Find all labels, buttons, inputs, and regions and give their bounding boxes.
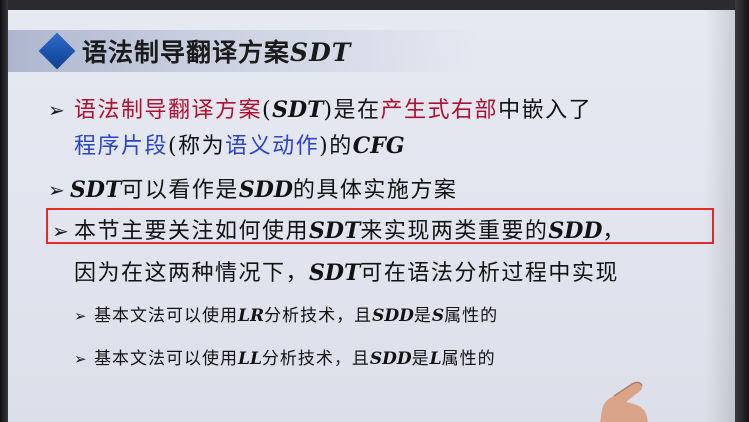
text-run: 因为在这两种情况下，	[74, 261, 310, 286]
arrow-right-icon: ➢	[74, 307, 88, 325]
text-run: (称为	[168, 134, 226, 159]
arrow-right-icon: ➢	[48, 178, 67, 202]
text-run: )是在	[323, 98, 381, 123]
text-run: LR	[238, 306, 265, 326]
text-run: 可以看作是	[121, 178, 239, 203]
text-run: 语义动作	[225, 134, 320, 159]
text-run: 分析技术，且	[261, 349, 370, 369]
text-run: SDT	[309, 260, 361, 286]
text-run: 是	[413, 306, 432, 326]
text-run: ，	[602, 219, 626, 244]
text-run: S	[431, 306, 445, 326]
text-run: 中嵌入了	[498, 98, 593, 123]
text-run: L	[429, 349, 442, 369]
monitor-bezel-top	[0, 0, 749, 10]
text-run: SDD	[372, 306, 414, 326]
bullet-line-1: ➢ 语法制导翻译方案(SDT)是在产生式右部中嵌入了	[48, 92, 592, 124]
text-run: LL	[238, 349, 262, 369]
bullet-line-1-cont: 程序片段(称为语义动作)的CFG	[74, 128, 405, 160]
text-run: 是	[411, 349, 430, 369]
slide-title-latin: SDT	[290, 38, 352, 67]
text-run: SDD	[238, 177, 293, 203]
text-run: 产生式右部	[380, 98, 499, 123]
text-run: 语法制导翻译方案	[74, 98, 263, 123]
text-run: 来实现两类重要的	[360, 219, 549, 244]
subbullet-line-2: ➢ 基本文法可以使用LL分析技术，且SDD是L属性的	[74, 344, 496, 369]
bullet-line-2: ➢ SDT可以看作是SDD的具体实施方案	[48, 172, 457, 204]
text-run: 程序片段	[74, 134, 169, 159]
text-run: 可在语法分析过程中实现	[360, 261, 619, 286]
subbullet-text-2: 基本文法可以使用LL分析技术，且SDD是L属性的	[94, 349, 496, 369]
arrow-right-icon: ➢	[74, 350, 88, 368]
slide-title: 语法制导翻译方案SDT	[82, 33, 351, 69]
monitor-bezel-right	[735, 0, 749, 422]
text-run: 基本文法可以使用	[94, 306, 238, 326]
text-run: CFG	[352, 133, 405, 159]
subbullet-text-1: 基本文法可以使用LR分析技术，且SDD是S属性的	[94, 306, 498, 326]
slide-shadow	[705, 10, 735, 422]
bullet-line-3-cont: 因为在这两种情况下，SDT可在语法分析过程中实现	[74, 255, 619, 287]
text-run: SDD	[548, 218, 603, 244]
text-run: SDT	[70, 177, 122, 203]
subbullet-line-1: ➢ 基本文法可以使用LR分析技术，且SDD是S属性的	[74, 301, 498, 326]
bullet-text-1-cont: 程序片段(称为语义动作)的CFG	[74, 133, 405, 159]
text-run: 的具体实施方案	[292, 178, 458, 203]
text-run: )的	[319, 134, 353, 159]
text-run: 属性的	[441, 349, 496, 369]
text-run: 基本文法可以使用	[94, 349, 238, 369]
bullet-text-2: SDT可以看作是SDD的具体实施方案	[70, 177, 458, 203]
bullet-text-3-cont: 因为在这两种情况下，SDT可在语法分析过程中实现	[74, 260, 619, 286]
text-run: SDD	[369, 349, 412, 369]
arrow-right-icon: ➢	[48, 98, 67, 122]
arrow-right-icon: ➢	[52, 219, 71, 243]
text-run: SDT	[309, 218, 361, 244]
presenter-hand	[600, 381, 648, 422]
text-run: 本节主要关注如何使用	[74, 219, 310, 244]
slide: 语法制导翻译方案SDT ➢ 语法制导翻译方案(SDT)是在产生式右部中嵌入了 程序…	[8, 10, 735, 422]
text-run: 属性的	[444, 306, 499, 326]
bullet-text-3: 本节主要关注如何使用SDT来实现两类重要的SDD，	[74, 218, 626, 244]
text-run: (	[262, 98, 273, 123]
text-run: 分析技术，且	[264, 306, 373, 326]
monitor-bezel-left	[0, 0, 8, 422]
bullet-text-1: 语法制导翻译方案(SDT)是在产生式右部中嵌入了	[74, 97, 593, 123]
slide-title-cn: 语法制导翻译方案	[82, 38, 291, 67]
bullet-line-3: ➢ 本节主要关注如何使用SDT来实现两类重要的SDD，	[52, 213, 626, 245]
text-run: SDT	[272, 97, 324, 123]
